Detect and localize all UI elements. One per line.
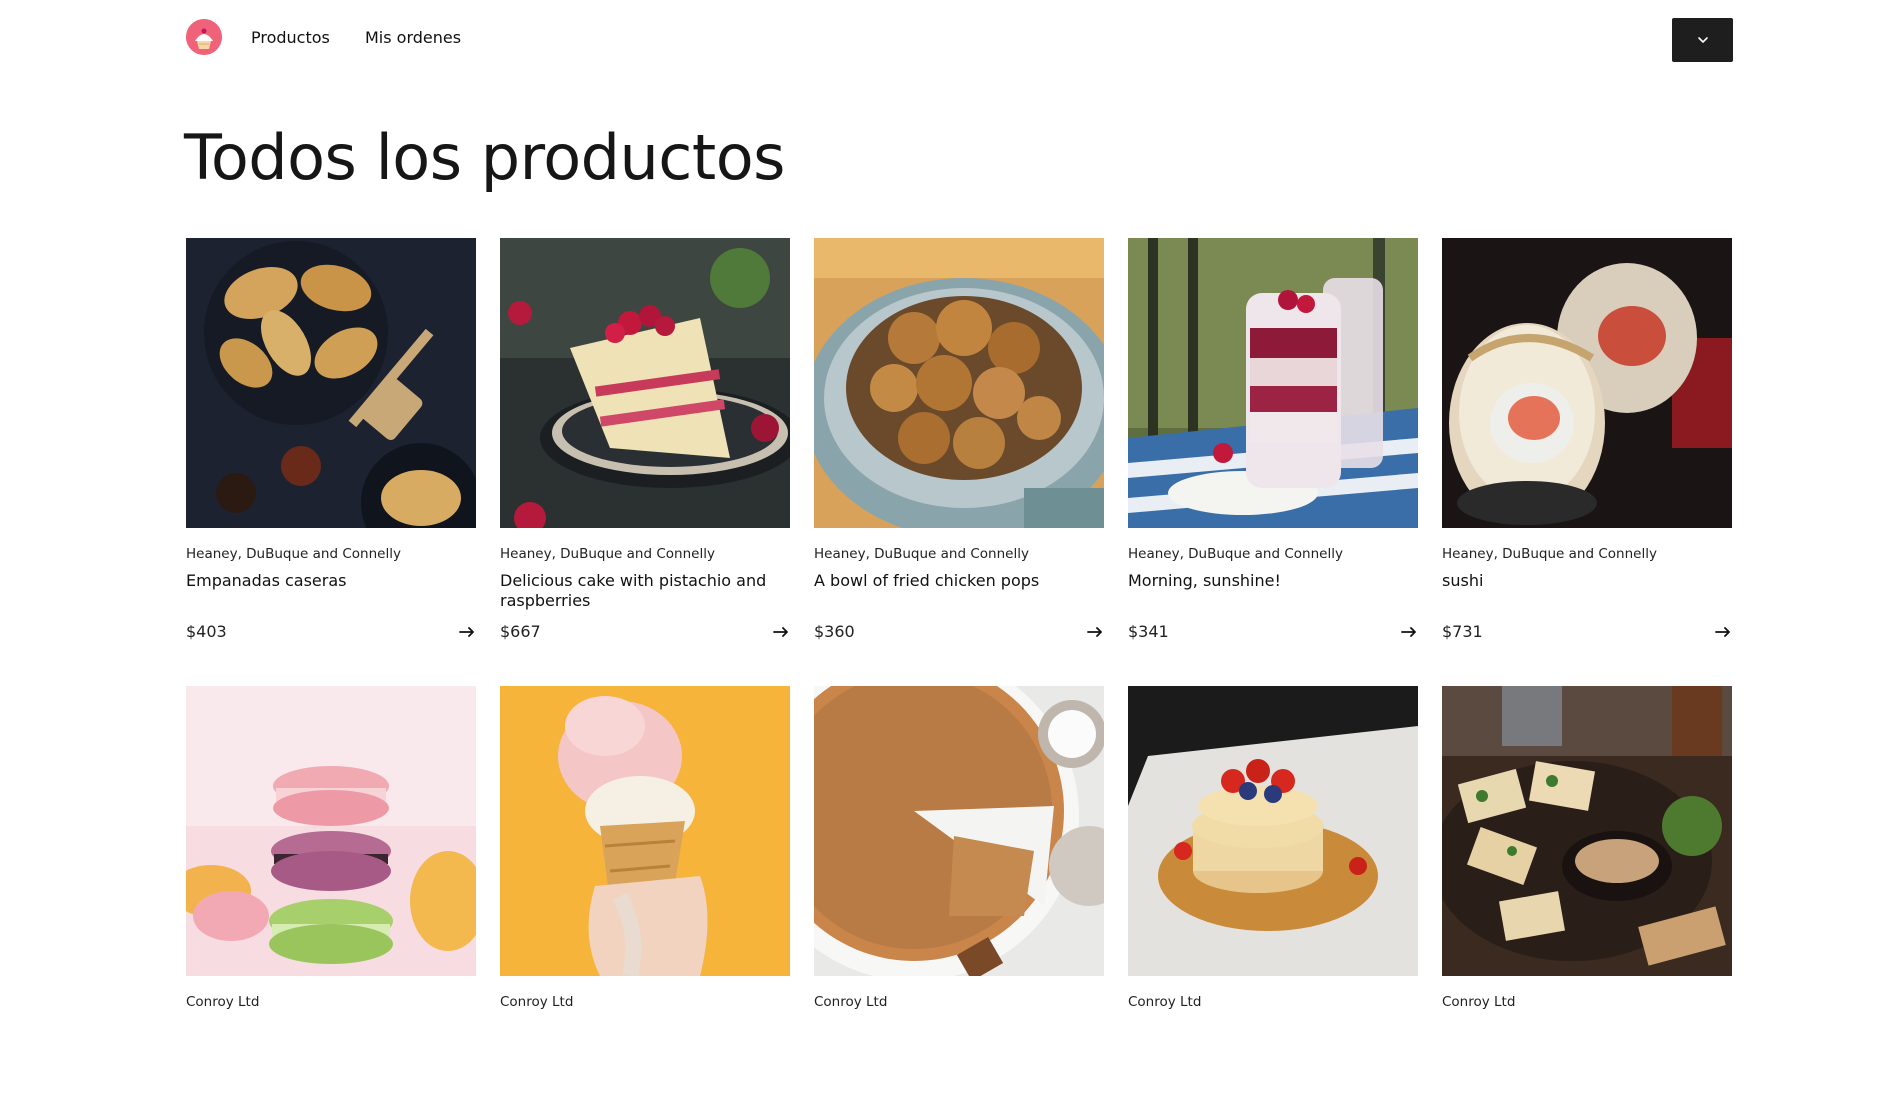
product-image[interactable]	[500, 686, 790, 976]
product-name[interactable]: Empanadas caseras	[186, 571, 476, 591]
product-name[interactable]: sushi	[1442, 571, 1732, 591]
product-vendor: Heaney, DuBuque and Connelly	[1442, 546, 1657, 562]
product-card[interactable]: Conroy Ltd	[186, 686, 476, 1098]
product-card[interactable]: Heaney, DuBuque and Connelly Morning, su…	[1128, 238, 1418, 650]
cupcake-logo-icon[interactable]	[186, 19, 222, 55]
product-card[interactable]: Heaney, DuBuque and Connelly Delicious c…	[500, 238, 790, 650]
product-price: $403	[186, 622, 227, 641]
product-vendor: Conroy Ltd	[814, 994, 888, 1010]
product-name[interactable]: A bowl of fried chicken pops	[814, 571, 1104, 591]
product-image[interactable]	[814, 686, 1104, 976]
nav-mis-ordenes-link[interactable]: Mis ordenes	[365, 27, 461, 49]
arrow-right-icon[interactable]	[458, 624, 476, 640]
product-vendor: Heaney, DuBuque and Connelly	[500, 546, 715, 562]
arrow-right-icon[interactable]	[1400, 624, 1418, 640]
product-image[interactable]	[1442, 238, 1732, 528]
product-name[interactable]: Delicious cake with pistachio and raspbe…	[500, 571, 790, 611]
chevron-down-icon	[1697, 37, 1708, 43]
product-vendor: Conroy Ltd	[1128, 994, 1202, 1010]
arrow-right-icon[interactable]	[772, 624, 790, 640]
product-card[interactable]: Conroy Ltd	[814, 686, 1104, 1098]
top-navbar: Productos Mis ordenes	[0, 0, 1904, 80]
page-title: Todos los productos	[184, 121, 785, 194]
product-image[interactable]	[814, 238, 1104, 528]
product-grid: Heaney, DuBuque and Connelly Empanadas c…	[186, 238, 1732, 1098]
product-price: $667	[500, 622, 541, 641]
product-card[interactable]: Heaney, DuBuque and Connelly sushi $731	[1442, 238, 1732, 650]
product-vendor: Heaney, DuBuque and Connelly	[186, 546, 401, 562]
product-image[interactable]	[1128, 238, 1418, 528]
product-vendor: Conroy Ltd	[186, 994, 260, 1010]
product-vendor: Heaney, DuBuque and Connelly	[1128, 546, 1343, 562]
product-vendor: Heaney, DuBuque and Connelly	[814, 546, 1029, 562]
product-image[interactable]	[186, 238, 476, 528]
product-card[interactable]: Heaney, DuBuque and Connelly Empanadas c…	[186, 238, 476, 650]
product-vendor: Conroy Ltd	[500, 994, 574, 1010]
product-card[interactable]: Conroy Ltd	[1128, 686, 1418, 1098]
nav-productos-link[interactable]: Productos	[251, 27, 330, 49]
product-image[interactable]	[500, 238, 790, 528]
product-card[interactable]: Heaney, DuBuque and Connelly A bowl of f…	[814, 238, 1104, 650]
product-image[interactable]	[1442, 686, 1732, 976]
arrow-right-icon[interactable]	[1086, 624, 1104, 640]
arrow-right-icon[interactable]	[1714, 624, 1732, 640]
product-vendor: Conroy Ltd	[1442, 994, 1516, 1010]
product-card[interactable]: Conroy Ltd	[500, 686, 790, 1098]
product-card[interactable]: Conroy Ltd	[1442, 686, 1732, 1098]
product-image[interactable]	[186, 686, 476, 976]
product-price: $360	[814, 622, 855, 641]
product-name[interactable]: Morning, sunshine!	[1128, 571, 1418, 591]
product-image[interactable]	[1128, 686, 1418, 976]
user-menu-button[interactable]	[1672, 18, 1733, 62]
product-price: $341	[1128, 622, 1169, 641]
product-price: $731	[1442, 622, 1483, 641]
